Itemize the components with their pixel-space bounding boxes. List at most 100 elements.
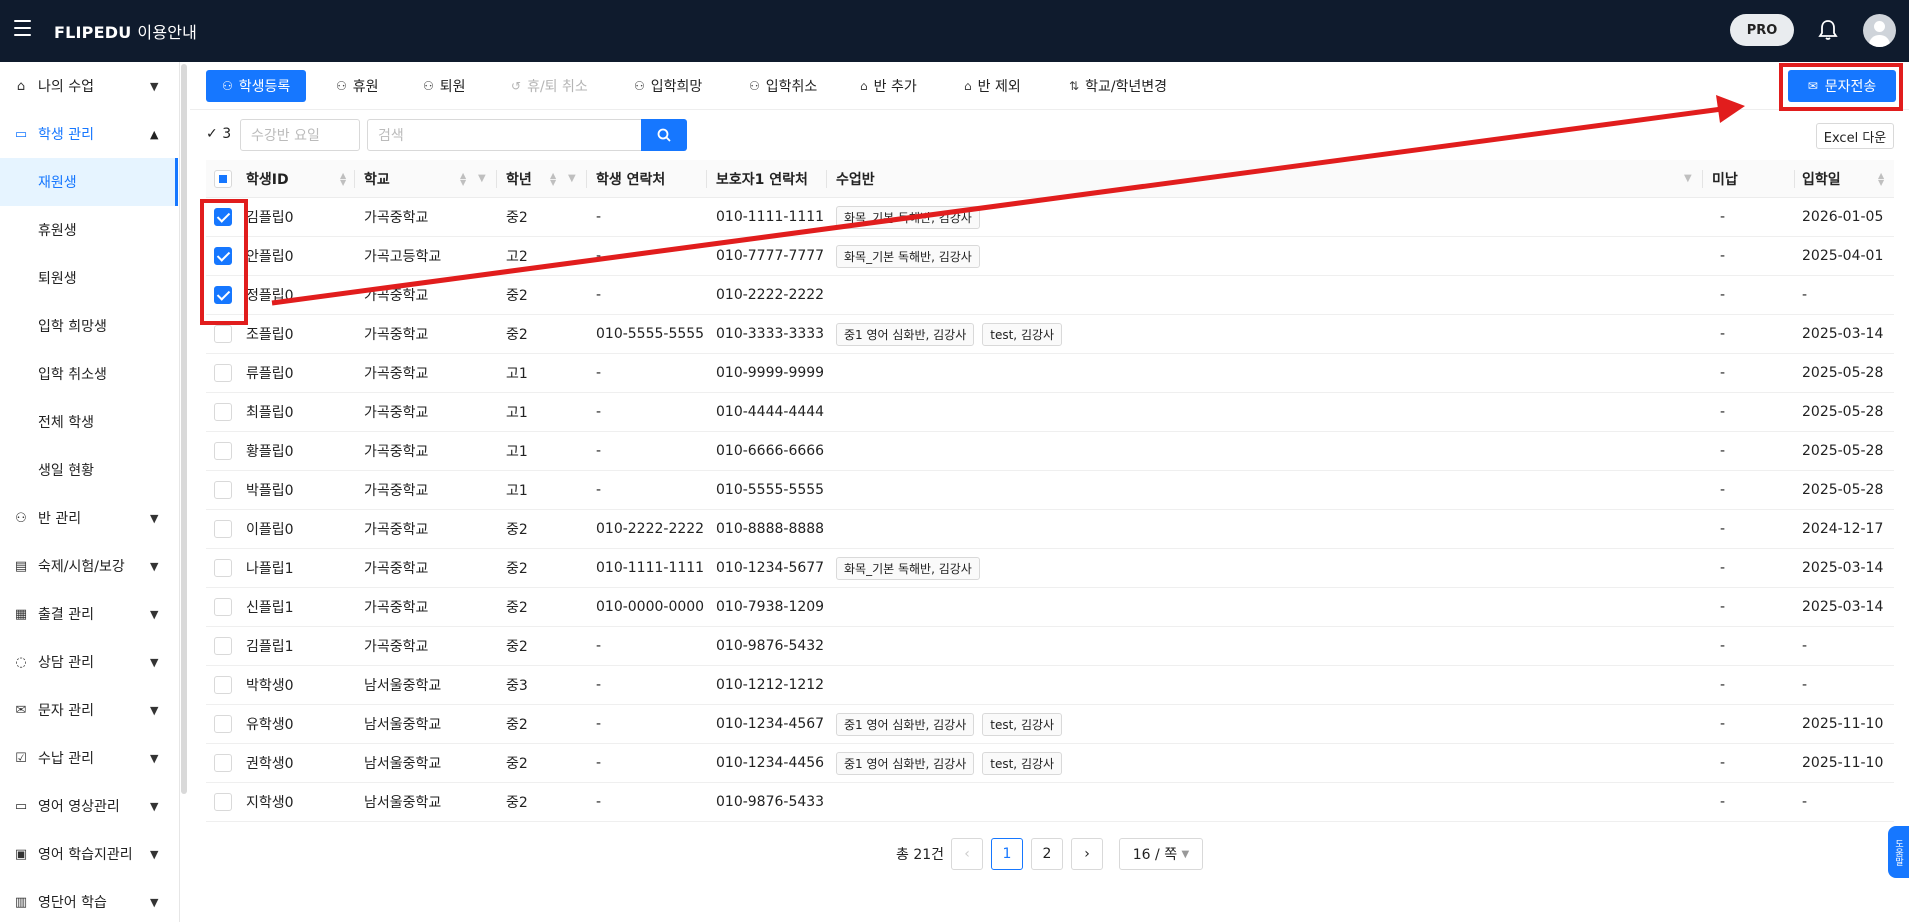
table-row[interactable]: 최플립0 가곡중학교 고1 - 010-4444-4444 - 2025-05-28 [206, 393, 1894, 432]
table-row[interactable]: 김플립1 가곡중학교 중2 - 010-9876-5432 - - [206, 627, 1894, 666]
row-checkbox[interactable] [214, 793, 232, 811]
sidebar-item-english-video[interactable]: ▭ 영어 영상관리 ▼ [0, 782, 178, 830]
hamburger-menu-icon[interactable] [14, 20, 31, 37]
withdraw-button[interactable]: ⚇ 퇴원 [423, 70, 466, 102]
row-checkbox[interactable] [214, 676, 232, 694]
col-school[interactable]: 학교 [364, 160, 390, 198]
cancel-admission-button[interactable]: ⚇ 입학취소 [749, 70, 817, 102]
table-row[interactable]: 나플립1 가곡중학교 중2 010-1111-1111 010-1234-5677 화목_… [206, 549, 1894, 588]
table-row[interactable]: 지학생0 남서울중학교 중2 - 010-9876-5433 - - [206, 783, 1894, 822]
sidebar-scrollbar[interactable] [181, 64, 187, 794]
cell-id[interactable]: 정플립0 [246, 276, 294, 314]
row-checkbox[interactable] [214, 559, 232, 577]
cell-id[interactable]: 지학생0 [246, 783, 294, 821]
change-school-grade-button[interactable]: ⇅ 학교/학년변경 [1069, 70, 1167, 102]
table-row[interactable]: 정플립0 가곡중학교 중2 - 010-2222-2222 - - [206, 276, 1894, 315]
cell-id[interactable]: 신플립1 [246, 588, 294, 626]
sort-icon[interactable]: ▲ ▼ [1878, 172, 1884, 187]
sidebar-subitem-enrolled[interactable]: 재원생 [0, 158, 178, 206]
help-tab[interactable]: 도움말 [1888, 826, 1909, 878]
leave-button[interactable]: ⚇ 휴원 [336, 70, 379, 102]
sidebar-subitem-withdrawn[interactable]: 퇴원생 [0, 254, 178, 302]
table-row[interactable]: 유학생0 남서울중학교 중2 - 010-1234-4567 중1 영어 심화반, 김강사… [206, 705, 1894, 744]
table-row[interactable]: 김플립0 가곡중학교 중2 - 010-1111-1111 화목_기본 독해반, 김강사 -… [206, 198, 1894, 237]
excel-download-button[interactable]: Excel 다운 [1816, 123, 1894, 149]
row-checkbox[interactable] [214, 715, 232, 733]
row-checkbox[interactable] [214, 481, 232, 499]
prospective-button[interactable]: ⚇ 입학희망 [634, 70, 702, 102]
sidebar-item-student-management[interactable]: ▭ 학생 관리 ▲ [0, 110, 178, 158]
sidebar-item-class-management[interactable]: ⚇ 반 관리 ▼ [0, 494, 178, 542]
sidebar-item-vocabulary[interactable]: ▥ 영단어 학습 ▼ [0, 878, 178, 922]
cell-id[interactable]: 나플립1 [246, 549, 294, 587]
filter-icon[interactable]: ▼ [478, 173, 486, 184]
table-row[interactable]: 이플립0 가곡중학교 중2 010-2222-2222 010-8888-8888 - 20… [206, 510, 1894, 549]
add-to-class-button[interactable]: ⌂ 반 추가 [860, 70, 917, 102]
table-row[interactable]: 안플립0 가곡고등학교 고2 - 010-7777-7777 화목_기본 독해반, 김강사… [206, 237, 1894, 276]
col-student-id[interactable]: 학생ID [246, 160, 289, 198]
sidebar-item-my-class[interactable]: ⌂ 나의 수업 ▼ [0, 62, 178, 110]
sidebar-subitem-on-leave[interactable]: 휴원생 [0, 206, 178, 254]
sidebar-subitem-all-students[interactable]: 전체 학생 [0, 398, 178, 446]
filter-icon[interactable]: ▼ [1684, 173, 1692, 184]
sort-icon[interactable]: ▲ ▼ [460, 172, 466, 187]
sidebar-item-sms[interactable]: ✉ 문자 관리 ▼ [0, 686, 178, 734]
cancel-leave-withdraw-button[interactable]: ↺ 휴/퇴 취소 [511, 70, 588, 102]
cell-id[interactable]: 유학생0 [246, 705, 294, 743]
table-row[interactable]: 박플립0 가곡중학교 고1 - 010-5555-5555 - 2025-05-28 [206, 471, 1894, 510]
search-button[interactable] [641, 119, 687, 151]
cell-id[interactable]: 황플립0 [246, 432, 294, 470]
sidebar-item-counseling[interactable]: ◌ 상담 관리 ▼ [0, 638, 178, 686]
sidebar-item-payment[interactable]: ☑ 수납 관리 ▼ [0, 734, 178, 782]
table-row[interactable]: 류플립0 가곡중학교 고1 - 010-9999-9999 - 2025-05-28 [206, 354, 1894, 393]
sort-icon[interactable]: ▲ ▼ [340, 172, 346, 187]
cell-id[interactable]: 박플립0 [246, 471, 294, 509]
table-row[interactable]: 신플립1 가곡중학교 중2 010-0000-0000 010-7938-1209 - 20… [206, 588, 1894, 627]
user-avatar[interactable] [1863, 14, 1896, 47]
row-checkbox[interactable] [214, 364, 232, 382]
col-enroll-date[interactable]: 입학일 [1802, 160, 1841, 198]
bell-icon[interactable] [1818, 19, 1838, 41]
filter-icon[interactable]: ▼ [568, 173, 576, 184]
sidebar-subitem-birthdays[interactable]: 생일 현황 [0, 446, 178, 494]
row-checkbox[interactable] [214, 520, 232, 538]
sidebar-subitem-cancelled[interactable]: 입학 취소생 [0, 350, 178, 398]
prev-page-button[interactable]: ‹ [951, 838, 983, 870]
sidebar-subitem-prospective[interactable]: 입학 희망생 [0, 302, 178, 350]
cell-id[interactable]: 이플립0 [246, 510, 294, 548]
page-size-select[interactable]: 16 / 쪽 ▼ [1119, 838, 1203, 870]
remove-from-class-button[interactable]: ⌂ 반 제외 [964, 70, 1021, 102]
sort-icon[interactable]: ▲ ▼ [550, 172, 556, 187]
pro-badge-button[interactable]: PRO [1730, 14, 1794, 46]
cell-id[interactable]: 최플립0 [246, 393, 294, 431]
page-1-button[interactable]: 1 [991, 838, 1023, 870]
cell-id[interactable]: 김플립0 [246, 198, 294, 236]
cell-id[interactable]: 김플립1 [246, 627, 294, 665]
cell-id[interactable]: 류플립0 [246, 354, 294, 392]
sidebar-item-homework[interactable]: ▤ 숙제/시험/보강 ▼ [0, 542, 178, 590]
cell-id[interactable]: 박학생0 [246, 666, 294, 704]
class-day-filter[interactable]: 수강반 요일 [240, 119, 360, 151]
sidebar-item-attendance[interactable]: ▦ 출결 관리 ▼ [0, 590, 178, 638]
select-all-checkbox[interactable] [214, 170, 232, 188]
cell-id[interactable]: 권학생0 [246, 744, 294, 782]
brand-guide-link[interactable]: 이용안내 [137, 23, 197, 42]
cell-id[interactable]: 안플립0 [246, 237, 294, 275]
row-checkbox[interactable] [214, 442, 232, 460]
sidebar-item-english-worksheet[interactable]: ▣ 영어 학습지관리 ▼ [0, 830, 178, 878]
row-checkbox[interactable] [214, 637, 232, 655]
brand-logo[interactable]: FLIPEDU 이용안내 [54, 19, 197, 43]
table-row[interactable]: 권학생0 남서울중학교 중2 - 010-1234-4456 중1 영어 심화반, 김강사… [206, 744, 1894, 783]
cell-id[interactable]: 조플립0 [246, 315, 294, 353]
register-student-button[interactable]: ⚇ 학생등록 [206, 70, 307, 102]
row-checkbox[interactable] [214, 403, 232, 421]
row-checkbox[interactable] [214, 598, 232, 616]
col-grade[interactable]: 학년 [506, 160, 532, 198]
table-row[interactable]: 황플립0 가곡중학교 고1 - 010-6666-6666 - 2025-05-28 [206, 432, 1894, 471]
row-checkbox[interactable] [214, 325, 232, 343]
table-row[interactable]: 박학생0 남서울중학교 중3 - 010-1212-1212 - - [206, 666, 1894, 705]
page-2-button[interactable]: 2 [1031, 838, 1063, 870]
next-page-button[interactable]: › [1071, 838, 1103, 870]
search-input[interactable]: 검색 [367, 119, 642, 151]
row-checkbox[interactable] [214, 754, 232, 772]
